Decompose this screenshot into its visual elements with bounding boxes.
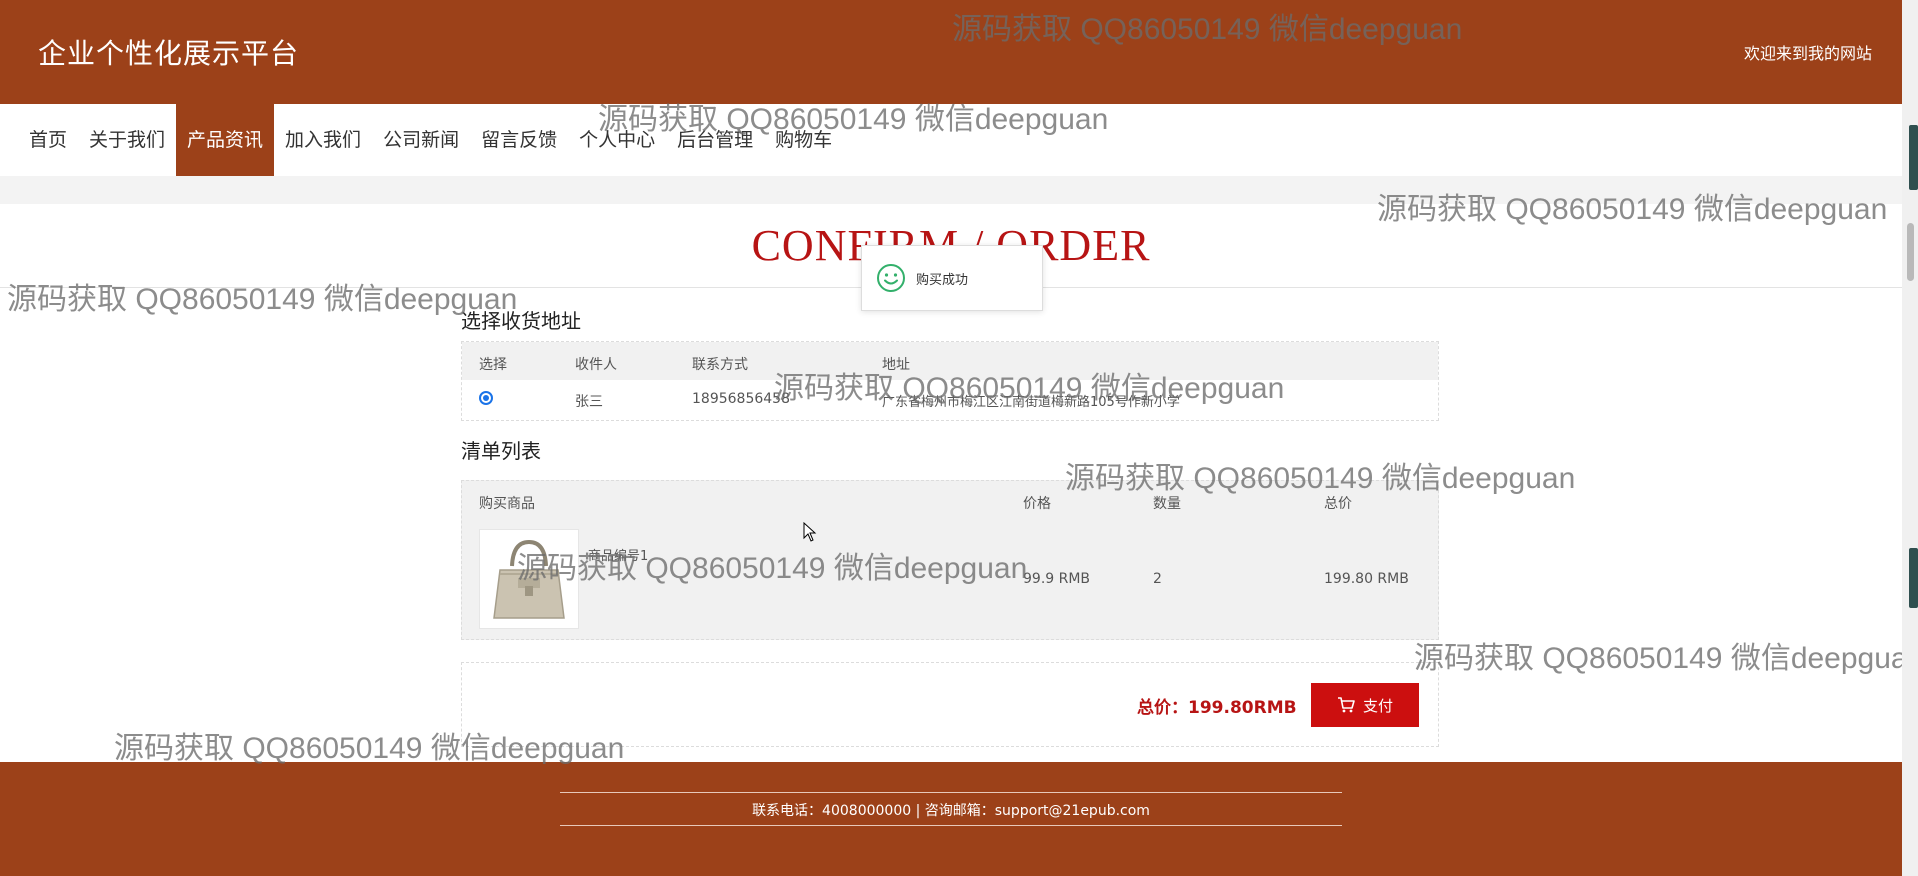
header-product: 购买商品 xyxy=(479,496,535,512)
nav-item-profile[interactable]: 个人中心 xyxy=(568,104,666,176)
footer-contact: 联系电话：4008000000 | 咨询邮箱：support@21epub.co… xyxy=(752,803,1150,819)
toast-message: 购买成功 xyxy=(916,272,969,288)
site-header: 企业个性化展示平台 欢迎来到我的网站 xyxy=(0,0,1902,104)
order-total: 总价：199.80RMB xyxy=(1137,698,1297,718)
side-widget-marker[interactable] xyxy=(1909,548,1918,608)
order-list-table: 购买商品 价格 数量 总价 商品编号1 99.9 RMB 2 199.80 RM… xyxy=(461,480,1439,640)
list-section-title: 清单列表 xyxy=(461,439,541,463)
nav-item-join[interactable]: 加入我们 xyxy=(274,104,372,176)
receiver-address: 广东省梅州市梅江区江南街道梅新路105号作新小学 xyxy=(882,395,1180,410)
product-total: 199.80 RMB xyxy=(1324,571,1409,587)
nav-item-news[interactable]: 公司新闻 xyxy=(372,104,470,176)
address-section-title: 选择收货地址 xyxy=(461,309,581,333)
nav-divider-band xyxy=(0,176,1902,204)
header-contact: 联系方式 xyxy=(692,357,748,373)
watermark-text: 源码获取 QQ86050149 微信deepguan xyxy=(1414,642,1902,675)
product-qty: 2 xyxy=(1153,571,1162,587)
product-price: 99.9 RMB xyxy=(1023,571,1091,587)
header-price: 价格 xyxy=(1023,496,1051,512)
mouse-cursor-icon xyxy=(803,522,817,542)
product-name[interactable]: 商品编号1 xyxy=(588,545,648,564)
footer-divider-top xyxy=(560,792,1342,793)
success-toast: 购买成功 xyxy=(861,245,1043,311)
receiver-name: 张三 xyxy=(575,394,603,410)
footer-divider-bottom xyxy=(560,825,1342,826)
nav-item-admin[interactable]: 后台管理 xyxy=(666,104,764,176)
address-table-header: 选择 收件人 联系方式 地址 xyxy=(462,342,1438,380)
nav-item-about[interactable]: 关于我们 xyxy=(78,104,176,176)
header-address: 地址 xyxy=(882,357,910,373)
nav-item-feedback[interactable]: 留言反馈 xyxy=(470,104,568,176)
receiver-contact: 18956856458 xyxy=(692,391,790,407)
pay-button[interactable]: 支付 xyxy=(1311,683,1419,727)
header-receiver: 收件人 xyxy=(575,357,617,373)
site-title: 企业个性化展示平台 xyxy=(38,37,300,70)
payment-bar: 总价：199.80RMB 支付 xyxy=(461,662,1439,747)
header-select: 选择 xyxy=(479,357,507,373)
pay-button-label: 支付 xyxy=(1362,696,1393,715)
site-footer: 联系电话：4008000000 | 咨询邮箱：support@21epub.co… xyxy=(0,762,1902,876)
smile-icon xyxy=(877,264,905,292)
cart-icon xyxy=(1337,697,1355,713)
handbag-image[interactable] xyxy=(479,529,579,629)
main-nav: 首页 关于我们 产品资讯 加入我们 公司新闻 留言反馈 个人中心 后台管理 购物… xyxy=(0,104,1902,176)
header-total: 总价 xyxy=(1324,496,1352,512)
welcome-text: 欢迎来到我的网站 xyxy=(1743,44,1872,63)
scrollbar-thumb[interactable] xyxy=(1907,223,1914,281)
watermark-text: 源码获取 QQ86050149 微信deepguan xyxy=(7,283,518,316)
side-widget-marker[interactable] xyxy=(1909,125,1918,190)
header-qty: 数量 xyxy=(1153,496,1181,512)
handbag-icon xyxy=(493,539,565,619)
address-radio[interactable] xyxy=(479,391,493,405)
nav-item-products[interactable]: 产品资讯 xyxy=(176,104,275,176)
nav-item-home[interactable]: 首页 xyxy=(18,104,78,176)
nav-item-cart[interactable]: 购物车 xyxy=(764,104,843,176)
address-table: 选择 收件人 联系方式 地址 张三 18956856458 广东省梅州市梅江区江… xyxy=(461,341,1439,421)
